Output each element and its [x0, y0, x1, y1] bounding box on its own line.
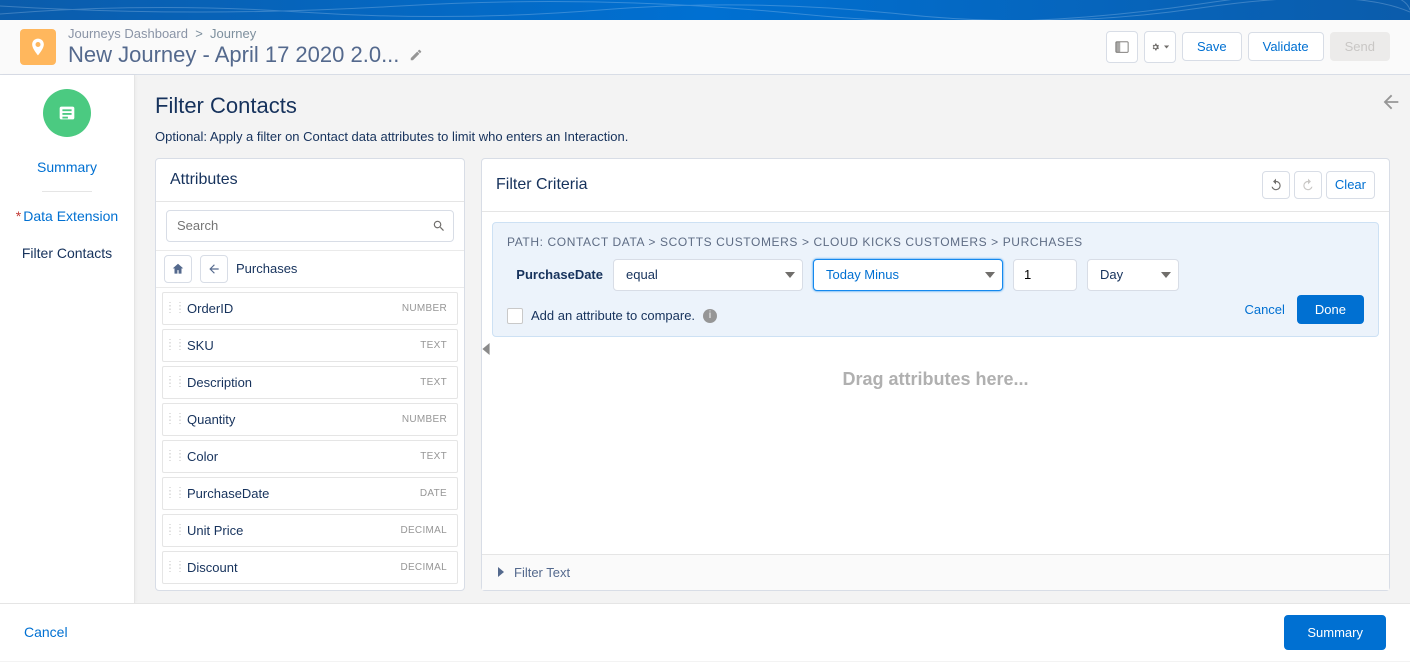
- nav-filter-contacts[interactable]: Filter Contacts: [0, 234, 134, 271]
- footer-summary-button[interactable]: Summary: [1284, 615, 1386, 650]
- footer: Cancel Summary: [0, 603, 1410, 661]
- relative-date-select[interactable]: Today Minus: [813, 259, 1003, 291]
- drag-handle-icon[interactable]: ⋮⋮⋮⋮: [167, 527, 183, 533]
- unit-select[interactable]: Day: [1087, 259, 1179, 291]
- criteria-title: Filter Criteria: [496, 176, 588, 194]
- attribute-name: Unit Price: [187, 523, 400, 538]
- attribute-type: TEXT: [420, 451, 447, 462]
- footer-cancel-button[interactable]: Cancel: [24, 624, 68, 640]
- wizard-nav: Summary *Data Extension Filter Contacts: [0, 75, 135, 603]
- attribute-type: NUMBER: [402, 303, 447, 314]
- search-icon: [432, 219, 446, 233]
- undo-button[interactable]: [1262, 171, 1290, 199]
- save-button[interactable]: Save: [1182, 32, 1242, 61]
- clear-button[interactable]: Clear: [1326, 171, 1375, 199]
- app-banner: [0, 0, 1410, 20]
- attribute-name: Color: [187, 449, 420, 464]
- drag-handle-icon[interactable]: ⋮⋮⋮⋮: [167, 490, 183, 496]
- attribute-row[interactable]: ⋮⋮⋮⋮ QuantityNUMBER: [162, 403, 458, 436]
- attribute-search-input[interactable]: [166, 210, 454, 242]
- attribute-row[interactable]: ⋮⋮⋮⋮ ColorTEXT: [162, 440, 458, 473]
- rule-editor: PATH: CONTACT DATA > SCOTTS CUSTOMERS > …: [492, 222, 1379, 337]
- attribute-row[interactable]: ⋮⋮⋮⋮ SKUTEXT: [162, 329, 458, 362]
- info-icon[interactable]: i: [703, 309, 717, 323]
- drag-handle-icon[interactable]: ⋮⋮⋮⋮: [167, 416, 183, 422]
- chevron-right-icon: [496, 567, 506, 577]
- page-title: New Journey - April 17 2020 2.0...: [68, 42, 399, 68]
- content-description: Optional: Apply a filter on Contact data…: [155, 129, 1390, 144]
- attribute-name: Quantity: [187, 412, 402, 427]
- operator-select[interactable]: equal: [613, 259, 803, 291]
- panel-toggle-button[interactable]: [1106, 31, 1138, 63]
- content-title: Filter Contacts: [155, 93, 1390, 119]
- breadcrumb-journey: Journey: [210, 26, 256, 41]
- send-button: Send: [1330, 32, 1390, 61]
- filter-text-toggle[interactable]: Filter Text: [482, 554, 1389, 590]
- header-actions: Save Validate Send: [1106, 31, 1390, 63]
- attribute-row[interactable]: ⋮⋮⋮⋮ PurchaseDateDATE: [162, 477, 458, 510]
- attribute-row[interactable]: ⋮⋮⋮⋮ Unit PriceDECIMAL: [162, 514, 458, 547]
- compare-label: Add an attribute to compare.: [531, 308, 695, 323]
- nav-data-extension[interactable]: *Data Extension: [0, 198, 134, 234]
- compare-checkbox[interactable]: [507, 308, 523, 324]
- attribute-type: NUMBER: [402, 414, 447, 425]
- breadcrumb: Journeys Dashboard > Journey: [68, 26, 1106, 42]
- attribute-name: Discount: [187, 560, 400, 575]
- drag-handle-icon[interactable]: ⋮⋮⋮⋮: [167, 564, 183, 570]
- validate-button[interactable]: Validate: [1248, 32, 1324, 61]
- attribute-type: TEXT: [420, 377, 447, 388]
- criteria-panel: Filter Criteria Clear PATH:: [481, 158, 1390, 591]
- drag-handle-icon[interactable]: ⋮⋮⋮⋮: [167, 379, 183, 385]
- attribute-type: DECIMAL: [400, 562, 447, 573]
- drag-handle-icon[interactable]: ⋮⋮⋮⋮: [167, 305, 183, 311]
- attribute-folder-label: Purchases: [236, 261, 297, 276]
- attributes-panel: Attributes Purchases ⋮⋮⋮⋮OrderIDNUMBER⋮⋮…: [155, 158, 465, 591]
- redo-button: [1294, 171, 1322, 199]
- attribute-name: PurchaseDate: [187, 486, 420, 501]
- rule-path: PATH: CONTACT DATA > SCOTTS CUSTOMERS > …: [507, 235, 1364, 249]
- collapse-handle-icon[interactable]: [481, 339, 491, 359]
- nav-separator: [42, 191, 92, 192]
- chevron-down-icon: [1161, 272, 1171, 278]
- breadcrumb-dashboard[interactable]: Journeys Dashboard: [68, 26, 188, 41]
- rule-done-button[interactable]: Done: [1297, 295, 1364, 324]
- attribute-row[interactable]: ⋮⋮⋮⋮ DescriptionTEXT: [162, 366, 458, 399]
- attribute-row[interactable]: ⋮⋮⋮⋮ OrderIDNUMBER: [162, 292, 458, 325]
- attribute-type: DECIMAL: [400, 525, 447, 536]
- rule-cancel-button[interactable]: Cancel: [1244, 295, 1284, 324]
- chevron-down-icon: [785, 272, 795, 278]
- edit-title-icon[interactable]: [409, 48, 423, 62]
- attribute-type: DATE: [420, 488, 447, 499]
- offset-value-input[interactable]: [1013, 259, 1077, 291]
- rule-attribute-label: PurchaseDate: [507, 267, 603, 282]
- header: Journeys Dashboard > Journey New Journey…: [0, 20, 1410, 75]
- attribute-name: OrderID: [187, 301, 402, 316]
- attribute-name: Description: [187, 375, 420, 390]
- journey-icon: [20, 29, 56, 65]
- drag-handle-icon[interactable]: ⋮⋮⋮⋮: [167, 453, 183, 459]
- settings-menu-button[interactable]: [1144, 31, 1176, 63]
- attribute-name: SKU: [187, 338, 420, 353]
- attribute-row[interactable]: ⋮⋮⋮⋮ DiscountDECIMAL: [162, 551, 458, 584]
- chevron-down-icon: [985, 272, 995, 278]
- nav-summary[interactable]: Summary: [0, 149, 134, 185]
- back-icon[interactable]: [200, 255, 228, 283]
- home-icon[interactable]: [164, 255, 192, 283]
- summary-icon: [43, 89, 91, 137]
- dropzone[interactable]: Drag attributes here...: [492, 345, 1379, 406]
- attribute-type: TEXT: [420, 340, 447, 351]
- drag-handle-icon[interactable]: ⋮⋮⋮⋮: [167, 342, 183, 348]
- attributes-title: Attributes: [170, 171, 238, 189]
- close-panel-icon[interactable]: [1380, 91, 1402, 113]
